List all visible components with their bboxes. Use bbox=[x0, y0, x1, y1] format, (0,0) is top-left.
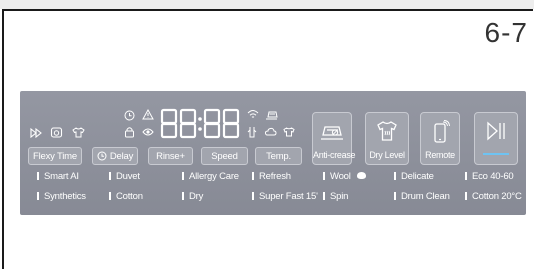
program-eco-40-60: Eco 40-60 bbox=[465, 171, 514, 182]
dry-level-button[interactable]: Dry Level bbox=[365, 112, 409, 165]
flexy-time-button[interactable]: Flexy Time bbox=[28, 147, 82, 165]
garment-icon bbox=[247, 126, 257, 138]
eye-icon bbox=[142, 127, 154, 137]
wool-icon bbox=[357, 172, 367, 179]
dry-level-label: Dry Level bbox=[369, 150, 405, 160]
smartphone-icon bbox=[429, 120, 451, 149]
program-wool: Wool bbox=[323, 171, 367, 182]
delay-button[interactable]: Delay bbox=[92, 147, 138, 165]
shirt-icon bbox=[72, 127, 85, 138]
rinse-plus-button[interactable]: Rinse+ bbox=[148, 147, 193, 165]
temp-button[interactable]: Temp. bbox=[255, 147, 302, 165]
program-cotton-20: Cotton 20°C bbox=[465, 191, 522, 202]
warning-icon bbox=[142, 109, 154, 120]
page-number: 6-7 bbox=[484, 17, 528, 48]
program-allergy-care: Allergy Care bbox=[182, 171, 239, 182]
anti-crease-label: Anti-crease bbox=[313, 150, 356, 160]
delay-button-label: Delay bbox=[109, 150, 134, 162]
program-drum-clean: Drum Clean bbox=[394, 191, 450, 202]
control-panel: Flexy Time Delay Rinse+ Speed Temp. Anti… bbox=[20, 91, 526, 215]
program-spin: Spin bbox=[323, 191, 348, 202]
anti-crease-button[interactable]: Anti-crease bbox=[312, 112, 356, 165]
remote-button[interactable]: Remote bbox=[420, 112, 460, 165]
lock-icon bbox=[124, 126, 135, 138]
tshirt-icon bbox=[283, 127, 295, 137]
play-pause-icon bbox=[485, 120, 507, 147]
program-duvet: Duvet bbox=[109, 171, 140, 182]
clock-icon bbox=[124, 110, 135, 121]
remote-label: Remote bbox=[425, 150, 455, 160]
speed-button[interactable]: Speed bbox=[201, 147, 248, 165]
start-pause-button[interactable] bbox=[474, 112, 518, 165]
wifi-icon bbox=[247, 109, 259, 120]
dryer-icon bbox=[265, 109, 278, 120]
iron-icon bbox=[320, 120, 344, 147]
shirt-dry-icon bbox=[375, 120, 399, 147]
program-refresh: Refresh bbox=[252, 171, 291, 182]
program-smart-ai: Smart AI bbox=[37, 171, 79, 182]
program-delicate: Delicate bbox=[394, 171, 434, 182]
top-strip bbox=[0, 0, 534, 9]
program-synthetics: Synthetics bbox=[37, 191, 86, 202]
drum-icon bbox=[50, 127, 63, 138]
time-display bbox=[160, 108, 240, 145]
program-cotton: Cotton bbox=[109, 191, 143, 202]
start-indicator-line bbox=[483, 153, 509, 155]
cloud-icon bbox=[264, 127, 277, 137]
program-dry: Dry bbox=[182, 191, 203, 202]
fast-forward-icon bbox=[30, 128, 42, 138]
delay-clock-icon bbox=[97, 151, 107, 161]
program-super-fast-15: Super Fast 15' bbox=[252, 191, 318, 202]
